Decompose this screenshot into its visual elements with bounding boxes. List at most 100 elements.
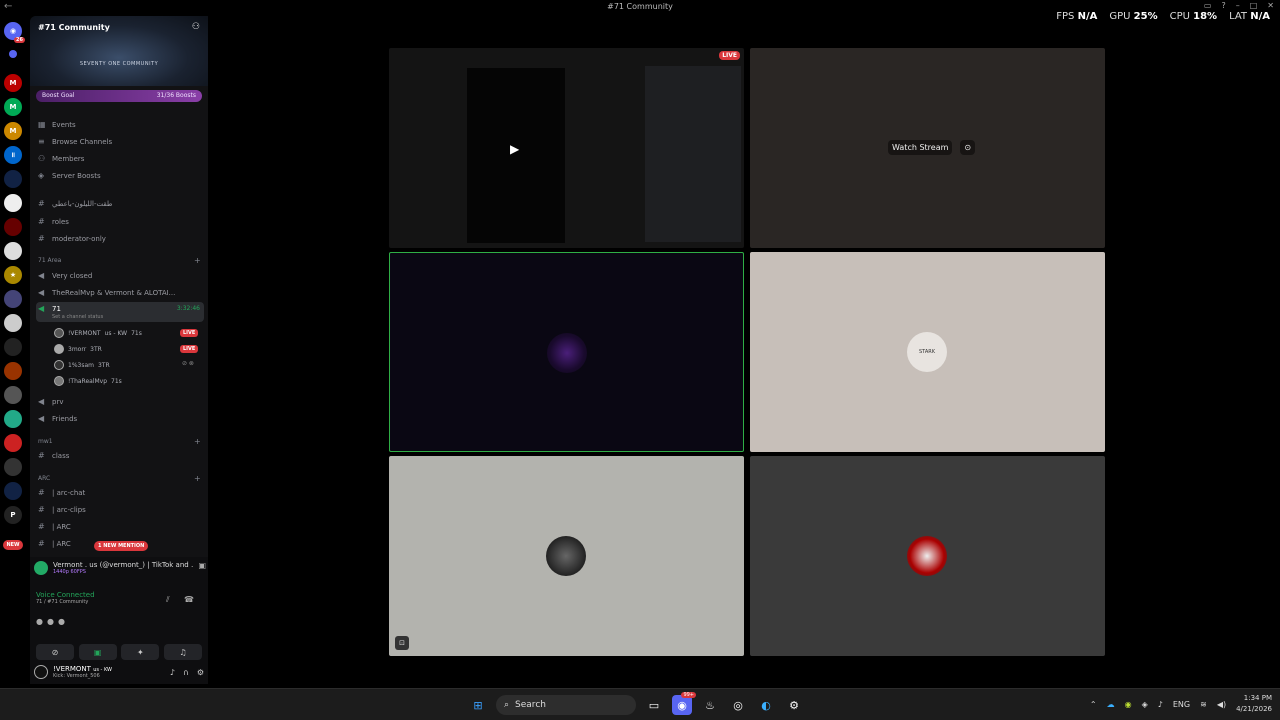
volume-icon[interactable]: ◀) [1217,700,1226,709]
voice-friends[interactable]: ◀ Friends [38,414,77,423]
server-icon-12[interactable] [4,338,22,356]
voice-user-tharealmvp[interactable]: !ThaRealMvp 71s [54,376,122,386]
channel-arc-clips[interactable]: # | arc-clips [38,505,86,514]
discord-home-icon[interactable]: ◉ 26 [4,22,25,43]
avatar[interactable]: ● [36,617,43,626]
tray-app-icon[interactable]: ◈ [1142,700,1148,709]
task-view-icon[interactable]: ▭ [644,695,664,715]
server-icon-8[interactable] [4,242,22,260]
avatar[interactable]: ● [47,617,54,626]
server-icon-11[interactable] [4,314,22,332]
close-button[interactable]: ✕ [1267,1,1274,10]
server-icon-15[interactable] [4,410,22,428]
windows-start-icon[interactable]: ⊞ [468,695,488,715]
share-screen-button[interactable]: ▣ [78,644,117,660]
server-icon-14[interactable] [4,386,22,404]
channel-roles[interactable]: # roles [38,217,69,226]
server-icon-4[interactable]: ॥ [4,146,22,164]
menu-events[interactable]: ▦ Events [38,120,76,129]
channel-arc-chat[interactable]: # | arc-chat [38,488,85,497]
category-mw1[interactable]: mw1 + [38,437,201,446]
settings-icon[interactable]: ⚙ [197,668,204,677]
server-icon-6[interactable] [4,194,22,212]
channel-text-1[interactable]: # طقت-الليلون-باعطي [38,199,112,208]
voice-user-3morr[interactable]: 3morr 3TR [54,344,102,354]
server-icon-2[interactable]: M [4,98,22,116]
boost-goal-bar[interactable]: Boost Goal 31/36 Boosts [36,90,202,102]
participant-tile-stark[interactable]: STARK [750,252,1105,452]
soundboard-button[interactable]: ♫ [163,644,202,660]
stream-tile-screen[interactable]: ▶ LIVE [389,48,744,248]
server-name[interactable]: #71 Community [38,23,110,32]
popout-icon[interactable]: ⊡ [395,636,409,650]
add-channel-icon[interactable]: + [194,256,201,265]
voice-therealmvp[interactable]: ◀ TheRealMvp & Vermont & ALOTAI... [38,288,175,297]
server-icon-13[interactable] [4,362,22,380]
voice-user-3sam[interactable]: 1%3sam 3TR [54,360,110,370]
taskbar-search[interactable]: ⌕ Search [496,695,636,715]
new-mention-pill[interactable]: 1 NEW MENTION [94,541,149,551]
current-user[interactable]: !VERMONT us - KW Kick: Vermont_506 ♪ ∩ ⚙ [34,665,204,679]
participant-tile-4[interactable] [750,456,1105,656]
menu-server-boosts[interactable]: ◈ Server Boosts [38,171,101,180]
discord-taskbar-icon[interactable]: ◉ 99+ [672,692,696,715]
stream-tile-camera[interactable]: Watch Stream ⊙ [750,48,1105,248]
active-voice-channel[interactable]: ◀ 71 3:32:46 Set a channel status [36,302,204,322]
participant-tile-speaking[interactable] [389,252,744,452]
voice-connected[interactable]: Voice Connected 71 / #71 Community [36,591,95,605]
server-icon-19[interactable]: P [4,506,22,524]
server-icon-7[interactable] [4,218,22,236]
avatar[interactable]: ● [58,617,65,626]
server-icon-17[interactable] [4,458,22,476]
camera-off-button[interactable]: ⊘ [36,644,74,660]
settings-app-icon[interactable]: ⚙ [784,695,804,715]
noise-suppression-icon[interactable]: ⫽ [166,595,170,605]
voice-user-vermont[interactable]: !VERMONT us - KW 71s [54,328,142,338]
server-icon-5[interactable] [4,170,22,188]
category-arc[interactable]: ARC + [38,474,201,483]
microphone-icon[interactable]: ♪ [1158,700,1163,709]
channel-class[interactable]: # class [38,451,69,460]
server-icon-10[interactable] [4,290,22,308]
voice-prv[interactable]: ◀ prv [38,397,63,406]
headphones-icon[interactable]: ∩ [183,668,189,677]
mic-icon[interactable]: ♪ [170,668,175,677]
chevron-up-icon[interactable]: ⌃ [1090,700,1097,709]
onedrive-icon[interactable]: ☁ [1107,700,1115,709]
new-servers-badge[interactable]: NEW [3,540,23,550]
help-icon[interactable]: ? [1221,1,1225,10]
play-icon[interactable]: ▶ [510,142,519,156]
nvidia-icon[interactable]: ◉ [1125,700,1132,709]
clock[interactable]: 1:34 PM 4/21/2026 [1236,693,1272,715]
activities-button[interactable]: ✦ [121,644,160,660]
wifi-icon[interactable]: ≋ [1200,700,1207,709]
server-icon-1[interactable]: M [4,74,22,92]
steam-icon[interactable]: ♨ [700,695,720,715]
add-channel-icon[interactable]: + [194,474,201,483]
server-icon-3[interactable]: M [4,122,22,140]
screen-icon[interactable]: ▣ [198,561,206,575]
app-icon[interactable]: ◎ [728,695,748,715]
watch-stream-button[interactable]: Watch Stream [888,140,953,155]
add-channel-icon[interactable]: + [194,437,201,446]
channel-arc-1[interactable]: # | ARC [38,522,71,531]
folder-icon[interactable] [9,50,17,58]
lang-indicator[interactable]: ENG [1173,700,1190,709]
category-71-area[interactable]: 71 Area + [38,256,201,265]
popout-icon[interactable]: ⊙ [960,140,976,155]
channel-arc-2[interactable]: # | ARC [38,539,71,548]
channel-status[interactable]: Set a channel status [52,314,103,320]
maximize-button[interactable]: □ [1250,1,1258,10]
minimize-button[interactable]: – [1236,1,1240,10]
disconnect-icon[interactable]: ☎ [184,595,194,604]
server-icon-18[interactable] [4,482,22,500]
invite-people-icon[interactable]: ⚇ [192,22,200,32]
inbox-icon[interactable]: ▭ [1204,1,1212,10]
menu-members[interactable]: ⚇ Members [38,154,84,163]
participant-tile-3[interactable]: ⊡ [389,456,744,656]
edge-icon[interactable]: ◐ [756,695,776,715]
voice-very-closed[interactable]: ◀ Very closed [38,271,92,280]
server-icon-16[interactable] [4,434,22,452]
server-icon-9[interactable]: ★ [4,266,22,284]
menu-browse-channels[interactable]: ≡ Browse Channels [38,137,112,146]
